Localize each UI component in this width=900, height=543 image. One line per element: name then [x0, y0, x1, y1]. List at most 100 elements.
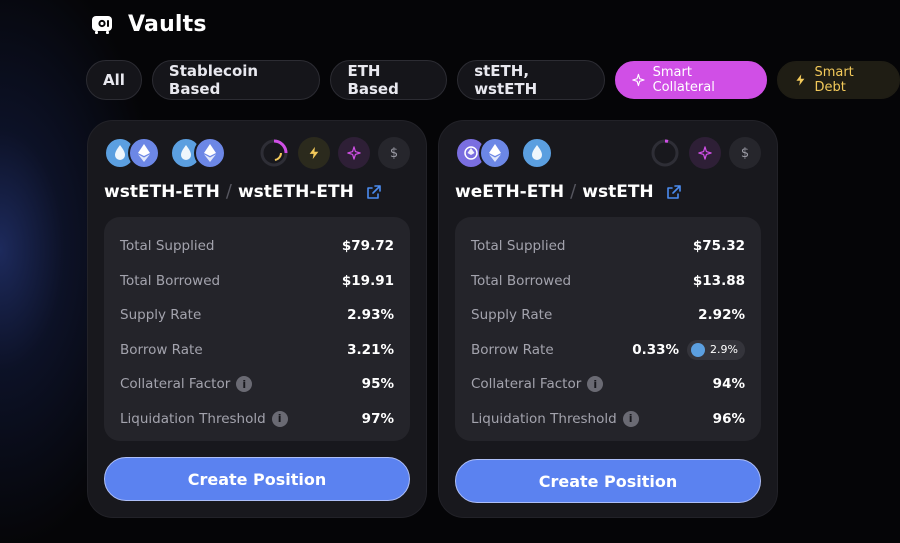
filter-eth[interactable]: ETH Based — [330, 60, 448, 100]
stat-value: $75.32 — [692, 238, 745, 255]
filter-smart-debt[interactable]: Smart Debt — [776, 61, 900, 99]
supply-token-name: wstETH-ETH — [104, 181, 220, 202]
borrow-token-name: wstETH — [582, 181, 654, 202]
stat-label: Collateral Factor i — [471, 376, 604, 393]
stat-label: Total Supplied — [120, 238, 215, 255]
pair-separator: / — [225, 181, 232, 202]
stat-value: $79.72 — [341, 238, 394, 255]
stat-label: Collateral Factor i — [120, 376, 253, 393]
borrow-reward-value: 2.9% — [710, 343, 738, 357]
stat-value: 2.92% — [698, 307, 745, 324]
stat-value: $19.91 — [341, 272, 394, 289]
smart-debt-bolt-icon — [298, 137, 330, 169]
pair-separator: / — [570, 181, 577, 202]
filter-label: Smart Debt — [814, 65, 854, 95]
stat-row-supply-rate: Supply Rate 2.92% — [471, 298, 745, 333]
stat-value: 3.21% — [347, 341, 394, 358]
stat-value-group: 0.33% 2.9% — [632, 339, 745, 360]
stat-label: Total Borrowed — [120, 272, 221, 289]
stat-label: Borrow Rate — [471, 341, 554, 358]
vault-pair-name: weETH-ETH / wstETH — [455, 181, 682, 202]
stat-label: Supply Rate — [120, 307, 202, 324]
borrow-token-name: wstETH-ETH — [237, 181, 354, 202]
stat-value: 2.93% — [347, 307, 394, 324]
utilization-ring-icon — [258, 137, 290, 169]
wsteth-token-icon — [521, 137, 553, 169]
stat-label: Liquidation Threshold i — [471, 410, 639, 427]
filter-label: stETH, wstETH — [474, 62, 538, 98]
external-link-icon[interactable] — [366, 184, 382, 200]
page-title: Vaults — [128, 12, 207, 37]
stat-label-text: Collateral Factor — [471, 376, 582, 393]
eth-token-icon — [128, 137, 160, 169]
stat-value: 94% — [712, 376, 745, 393]
stat-label: Total Supplied — [471, 238, 566, 255]
filter-label: All — [103, 71, 125, 89]
filter-label: Stablecoin Based — [168, 62, 259, 98]
filter-all[interactable]: All — [86, 60, 142, 100]
stat-label: Supply Rate — [471, 307, 553, 324]
vault-pair-name: wstETH-ETH / wstETH-ETH — [104, 181, 382, 202]
stat-value: 0.33% — [632, 341, 680, 358]
stat-label-text: Collateral Factor — [120, 376, 231, 393]
external-link-icon[interactable] — [666, 184, 682, 200]
borrow-token-pair — [521, 137, 553, 169]
stat-value: 96% — [712, 410, 745, 427]
token-icons — [104, 137, 236, 169]
stat-label: Liquidation Threshold i — [120, 410, 288, 427]
vault-card[interactable]: $ wstETH-ETH / wstETH-ETH Total Supplied… — [87, 120, 427, 518]
eth-token-icon — [479, 137, 511, 169]
info-icon[interactable]: i — [587, 376, 604, 393]
sparkle-icon — [632, 73, 645, 87]
stat-value: 97% — [361, 410, 394, 427]
filter-bar: All Stablecoin Based ETH Based stETH, ws… — [86, 60, 900, 100]
stat-row-collateral-factor: Collateral Factor i 94% — [471, 367, 745, 402]
vault-stats-panel: Total Supplied $79.72 Total Borrowed $19… — [104, 217, 410, 441]
filter-stablecoin[interactable]: Stablecoin Based — [151, 60, 321, 100]
stat-row-total-borrowed: Total Borrowed $19.91 — [120, 264, 394, 299]
stat-row-collateral-factor: Collateral Factor i 95% — [120, 367, 394, 402]
stat-row-supply-rate: Supply Rate 2.93% — [120, 298, 394, 333]
stat-row-total-supplied: Total Supplied $75.32 — [471, 229, 745, 264]
vault-logo-icon — [92, 15, 112, 34]
info-icon[interactable]: i — [236, 376, 253, 393]
supply-token-name: weETH-ETH — [455, 181, 565, 202]
filter-label: Smart Collateral — [652, 65, 715, 95]
wsteth-token-icon — [691, 342, 706, 357]
filter-smart-collateral[interactable]: Smart Collateral — [614, 61, 767, 99]
vault-badges: $ — [649, 137, 761, 169]
stat-row-liquidation-threshold: Liquidation Threshold i 97% — [120, 402, 394, 437]
info-icon[interactable]: i — [271, 410, 288, 427]
filter-label: ETH Based — [347, 62, 399, 98]
page-header: Vaults — [90, 12, 207, 37]
stat-value: $13.88 — [692, 272, 745, 289]
stat-label: Total Borrowed — [471, 272, 572, 289]
vault-stats-panel: Total Supplied $75.32 Total Borrowed $13… — [455, 217, 761, 441]
create-position-button[interactable]: Create Position — [104, 457, 410, 501]
filter-steth[interactable]: stETH, wstETH — [457, 60, 605, 100]
info-icon[interactable]: i — [622, 410, 639, 427]
bolt-icon — [796, 74, 805, 86]
dollar-icon: $ — [378, 137, 410, 169]
borrow-reward-badge[interactable]: 2.9% — [687, 339, 745, 360]
borrow-token-pair — [170, 137, 226, 169]
stat-label-text: Liquidation Threshold — [120, 410, 266, 427]
eth-token-icon — [194, 137, 226, 169]
stat-row-borrow-rate: Borrow Rate 3.21% — [120, 333, 394, 368]
create-position-button[interactable]: Create Position — [455, 459, 761, 503]
stat-value: 95% — [361, 376, 394, 393]
vault-badges: $ — [258, 137, 410, 169]
stat-row-total-supplied: Total Supplied $79.72 — [120, 229, 394, 264]
utilization-ring-icon — [649, 137, 681, 169]
stat-row-total-borrowed: Total Borrowed $13.88 — [471, 264, 745, 299]
smart-collateral-sparkle-icon — [689, 137, 721, 169]
supply-token-pair — [104, 137, 160, 169]
stat-row-borrow-rate: Borrow Rate 0.33% 2.9% — [471, 333, 745, 368]
stat-label: Borrow Rate — [120, 341, 203, 358]
smart-collateral-sparkle-icon — [338, 137, 370, 169]
supply-token-pair — [455, 137, 511, 169]
dollar-icon: $ — [729, 137, 761, 169]
stat-label-text: Liquidation Threshold — [471, 410, 617, 427]
stat-row-liquidation-threshold: Liquidation Threshold i 96% — [471, 402, 745, 437]
vault-card[interactable]: $ weETH-ETH / wstETH Total Supplied $75.… — [438, 120, 778, 518]
